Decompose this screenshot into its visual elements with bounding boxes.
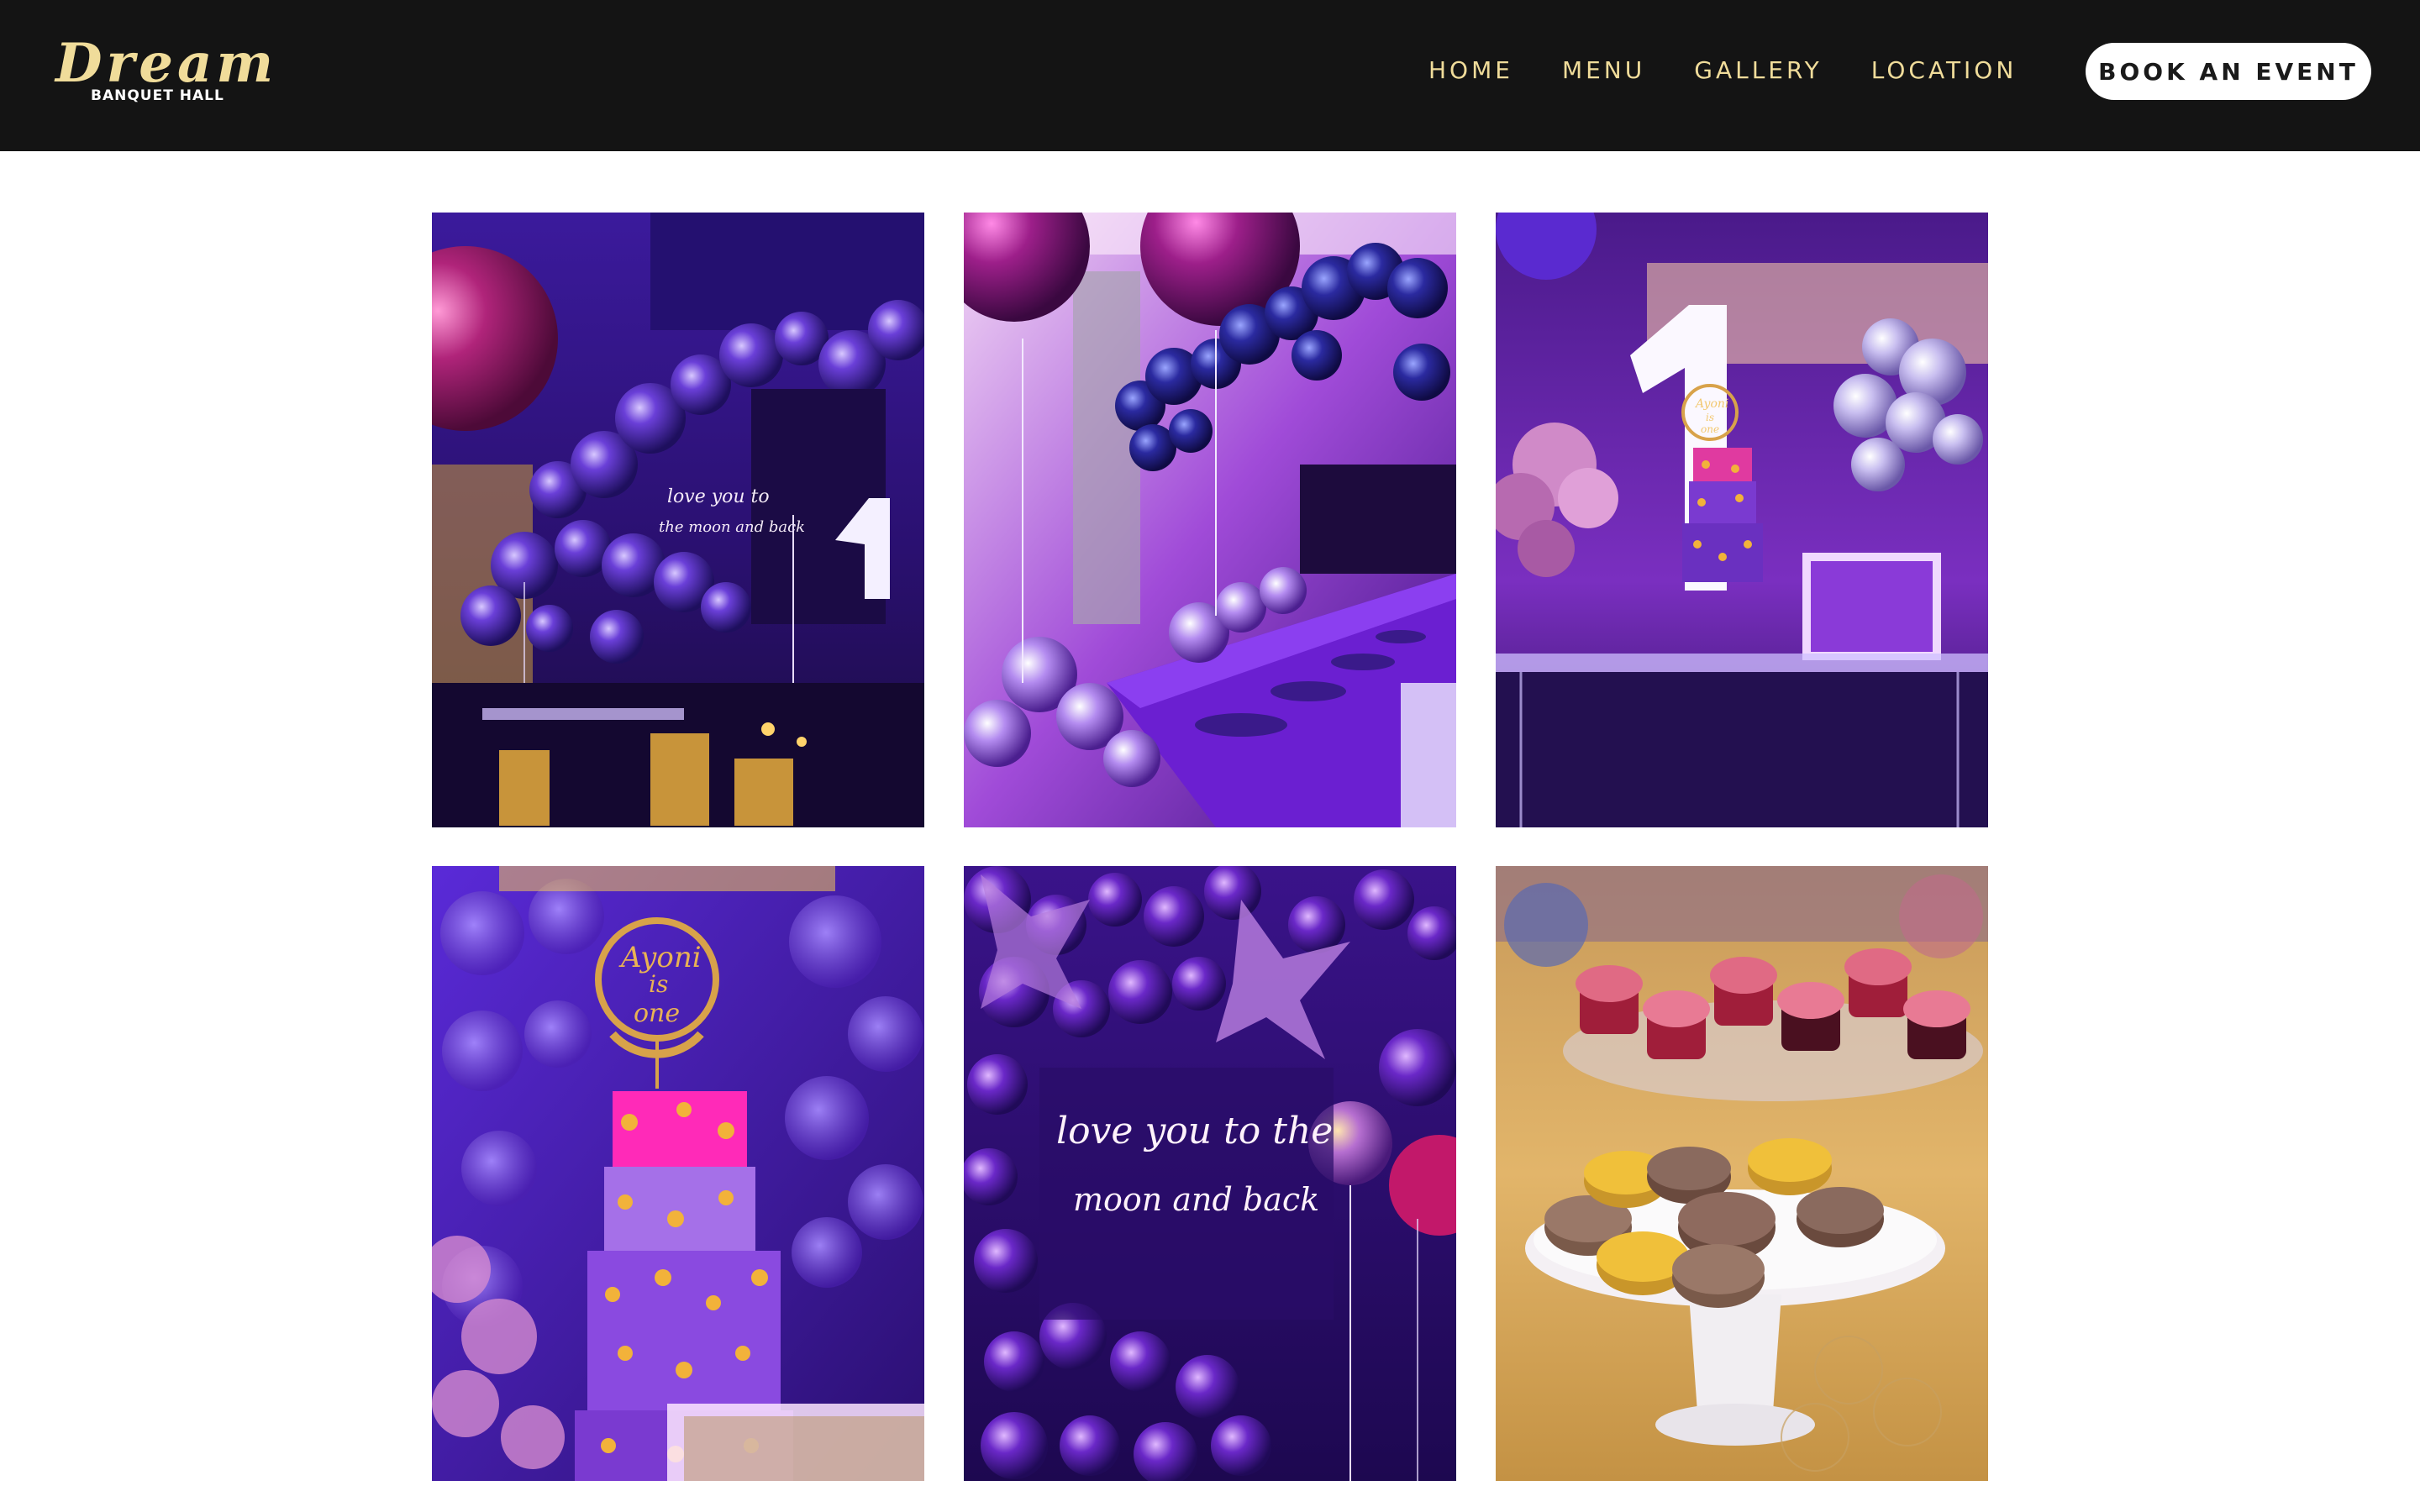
main-nav: HOME MENU GALLERY LOCATION: [1428, 49, 2065, 91]
photo-balloon-wall-image: love you to the moon and back: [432, 213, 924, 827]
nav-menu-link[interactable]: MENU: [1562, 56, 1645, 84]
neon-line-1: love you to: [667, 486, 770, 507]
cake-topper-one-2: one: [634, 999, 680, 1028]
logo-subtitle: BANQUET HALL: [91, 87, 224, 104]
photo-banquet-table-image: [964, 213, 1456, 827]
photo-gallery: love you to the moon and back Ayoni is o…: [432, 213, 1988, 1512]
gallery-photo-balloon-wall[interactable]: love you to the moon and back: [432, 213, 924, 827]
gallery-photo-cake-closeup[interactable]: Ayoni is one: [432, 866, 924, 1481]
photo-neon-sign-image: love you to the moon and back: [964, 866, 1456, 1481]
nav-location-link[interactable]: LOCATION: [1871, 56, 2018, 84]
cake-topper-is-2: is: [649, 970, 668, 998]
gallery-photo-cake-table[interactable]: Ayoni is one: [1496, 213, 1988, 827]
cake-topper-is-1: is: [1706, 412, 1714, 423]
neon-sign-line-2: moon and back: [1073, 1181, 1319, 1218]
cake-topper-one-1: one: [1701, 423, 1719, 435]
cake-topper-name-1: Ayoni: [1694, 397, 1728, 411]
photo-desserts-image: [1496, 866, 1988, 1481]
nav-gallery-link[interactable]: GALLERY: [1694, 56, 1823, 84]
nav-home-link[interactable]: HOME: [1428, 56, 1513, 84]
neon-line-2: the moon and back: [659, 518, 805, 536]
neon-sign-line-1: love you to the: [1056, 1110, 1333, 1152]
book-an-event-button[interactable]: BOOK AN EVENT: [2086, 43, 2371, 100]
photo-cake-closeup-image: Ayoni is one: [432, 866, 924, 1481]
logo[interactable]: Dream BANQUET HALL: [55, 30, 273, 106]
site-header: Dream BANQUET HALL HOME MENU GALLERY LOC…: [0, 0, 2420, 151]
gallery-photo-banquet-table[interactable]: [964, 213, 1456, 827]
photo-cake-table-image: Ayoni is one: [1496, 213, 1988, 827]
cake-topper-name-2: Ayoni: [618, 941, 702, 974]
gallery-photo-desserts[interactable]: [1496, 866, 1988, 1481]
gallery-photo-neon-sign[interactable]: love you to the moon and back: [964, 866, 1456, 1481]
